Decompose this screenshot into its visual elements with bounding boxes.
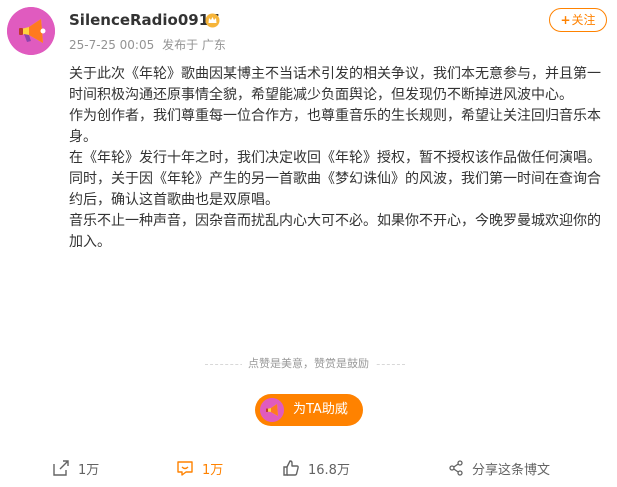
username[interactable]: SilenceRadio0917 <box>69 10 220 30</box>
post-paragraph: 同时，关于因《年轮》产生的另一首歌曲《梦幻诛仙》的风波，我们第一时间在查询合约后… <box>69 171 601 208</box>
action-bar: 1万 1万 16.8万 分享这条博文 <box>0 452 617 484</box>
user-avatar[interactable] <box>7 7 55 55</box>
share-arrow-icon <box>53 460 69 476</box>
thumbs-up-icon <box>283 460 299 476</box>
like-button[interactable]: 16.8万 <box>282 452 350 484</box>
megaphone-avatar-icon <box>7 7 55 55</box>
plus-icon: + <box>560 13 571 27</box>
comment-count: 1万 <box>202 462 224 478</box>
share-nodes-icon <box>449 460 463 476</box>
follow-button[interactable]: +关注 <box>549 8 607 32</box>
reward-divider-text: 点赞是美意，赞赏是鼓励 <box>242 357 375 370</box>
post-paragraph: 在《年轮》发行十年之时，我们决定收回《年轮》授权，暂不授权该作品做任何演唱。 <box>69 150 601 166</box>
post-paragraph: 音乐不止一种声音，因杂音而扰乱内心大可不必。如果你不开心，今晚罗曼城欢迎你的加入… <box>69 213 601 250</box>
crown-icon <box>205 13 220 28</box>
post-meta: 25-7-25 00:05 发布于 广东 <box>69 37 230 53</box>
repost-count: 1万 <box>78 462 100 478</box>
support-button[interactable]: 为TA助威 <box>255 394 363 426</box>
share-button[interactable]: 分享这条博文 <box>448 452 550 484</box>
support-button-label: 为TA助威 <box>293 402 348 417</box>
post-paragraph: 关于此次《年轮》歌曲因某博主不当话术引发的相关争议，我们本无意参与，并且第一时间… <box>69 66 601 103</box>
megaphone-avatar-icon <box>260 398 284 422</box>
comment-button[interactable]: 1万 <box>176 452 223 484</box>
share-label: 分享这条博文 <box>472 462 551 478</box>
like-count: 16.8万 <box>308 462 350 478</box>
post-date[interactable]: 25-7-25 00:05 <box>69 38 154 52</box>
comment-icon <box>177 461 193 476</box>
post-source: 发布于 广东 <box>162 38 226 52</box>
reward-divider: 点赞是美意，赞赏是鼓励 <box>0 356 617 372</box>
repost-button[interactable]: 1万 <box>52 452 99 484</box>
post-content: 关于此次《年轮》歌曲因某博主不当话术引发的相关争议，我们本无意参与，并且第一时间… <box>69 64 614 253</box>
follow-label: 关注 <box>571 13 596 27</box>
post-paragraph: 作为创作者，我们尊重每一位合作方，也尊重音乐的生长规则，希望让关注回归音乐本身。 <box>69 108 601 145</box>
